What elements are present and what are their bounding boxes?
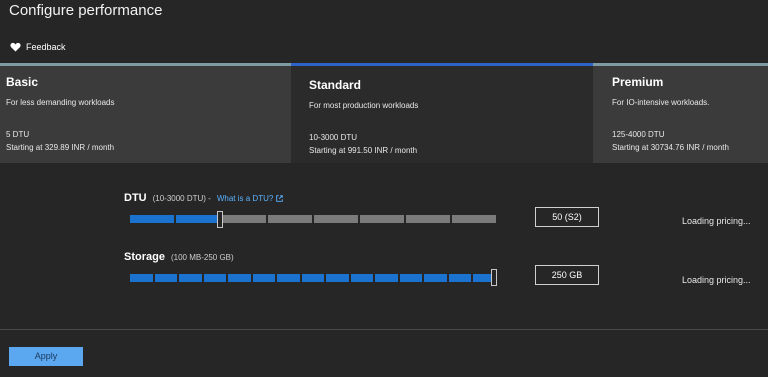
slider-segment [375, 274, 398, 282]
slider-segment [360, 215, 404, 223]
footer-divider [0, 329, 768, 330]
tier-description: For most production workloads [309, 101, 419, 110]
tier-description: For less demanding workloads [6, 98, 115, 107]
tier-name: Premium [612, 75, 664, 89]
slider-segment [448, 274, 472, 282]
tier-dtu-range: 5 DTU [6, 130, 30, 139]
heart-icon [10, 42, 21, 52]
slider-segment [203, 274, 227, 282]
tier-price: Starting at 329.89 INR / month [6, 143, 115, 152]
tier-name: Basic [6, 75, 39, 89]
tier-description: For IO-intensive workloads. [612, 98, 710, 107]
slider-segment [179, 274, 202, 282]
tier-selector: Basic For less demanding workloads 5 DTU… [0, 63, 768, 163]
dtu-pricing-status: Loading pricing... [682, 216, 751, 226]
slider-segment [130, 215, 174, 223]
storage-label: Storage [124, 251, 165, 263]
storage-slider[interactable] [130, 274, 496, 282]
storage-label-row: Storage (100 MB-250 GB) [124, 251, 234, 263]
tier-price: Starting at 991.50 INR / month [309, 146, 418, 155]
slider-segment [277, 274, 300, 282]
slider-segment [350, 274, 374, 282]
apply-button[interactable]: Apply [9, 347, 83, 366]
dtu-label: DTU [124, 192, 147, 204]
slider-segment [301, 274, 325, 282]
feedback-button[interactable]: Feedback [10, 42, 66, 52]
dtu-label-row: DTU (10-3000 DTU) - What is a DTU? [124, 192, 283, 204]
storage-pricing-status: Loading pricing... [682, 275, 751, 285]
tier-premium[interactable]: Premium For IO-intensive workloads. 125-… [593, 66, 768, 163]
tier-dtu-range: 125-4000 DTU [612, 130, 665, 139]
dtu-slider[interactable] [130, 215, 496, 223]
slider-segment [268, 215, 312, 223]
what-is-dtu-link-text: What is a DTU? [216, 194, 274, 203]
tier-basic[interactable]: Basic For less demanding workloads 5 DTU… [0, 66, 291, 163]
tier-standard[interactable]: Standard For most production workloads 1… [291, 63, 593, 163]
slider-segment [130, 274, 153, 282]
slider-segment [228, 274, 251, 282]
dtu-value-field[interactable]: 50 (S2) [535, 207, 599, 227]
slider-segment [314, 215, 358, 223]
tier-name: Standard [309, 78, 362, 92]
external-link-icon [275, 194, 283, 203]
tier-dtu-range: 10-3000 DTU [309, 133, 358, 142]
slider-segment [176, 215, 220, 223]
page-title: Configure performance [9, 2, 163, 19]
storage-slider-thumb[interactable] [491, 269, 497, 286]
slider-segment [399, 274, 423, 282]
feedback-label: Feedback [26, 42, 66, 52]
dtu-slider-thumb[interactable] [217, 211, 223, 228]
slider-segment [252, 274, 276, 282]
slider-segment [154, 274, 178, 282]
storage-range-hint: (100 MB-250 GB) [170, 253, 234, 262]
storage-value-field[interactable]: 250 GB [535, 265, 599, 285]
slider-segment [424, 274, 447, 282]
what-is-dtu-link[interactable]: What is a DTU? [217, 194, 283, 203]
slider-segment [452, 215, 496, 223]
slider-segment [406, 215, 450, 223]
tier-price: Starting at 30734.76 INR / month [612, 143, 729, 152]
dtu-range-hint: (10-3000 DTU) - [152, 194, 211, 203]
slider-segment [326, 274, 349, 282]
slider-segment [222, 215, 266, 223]
